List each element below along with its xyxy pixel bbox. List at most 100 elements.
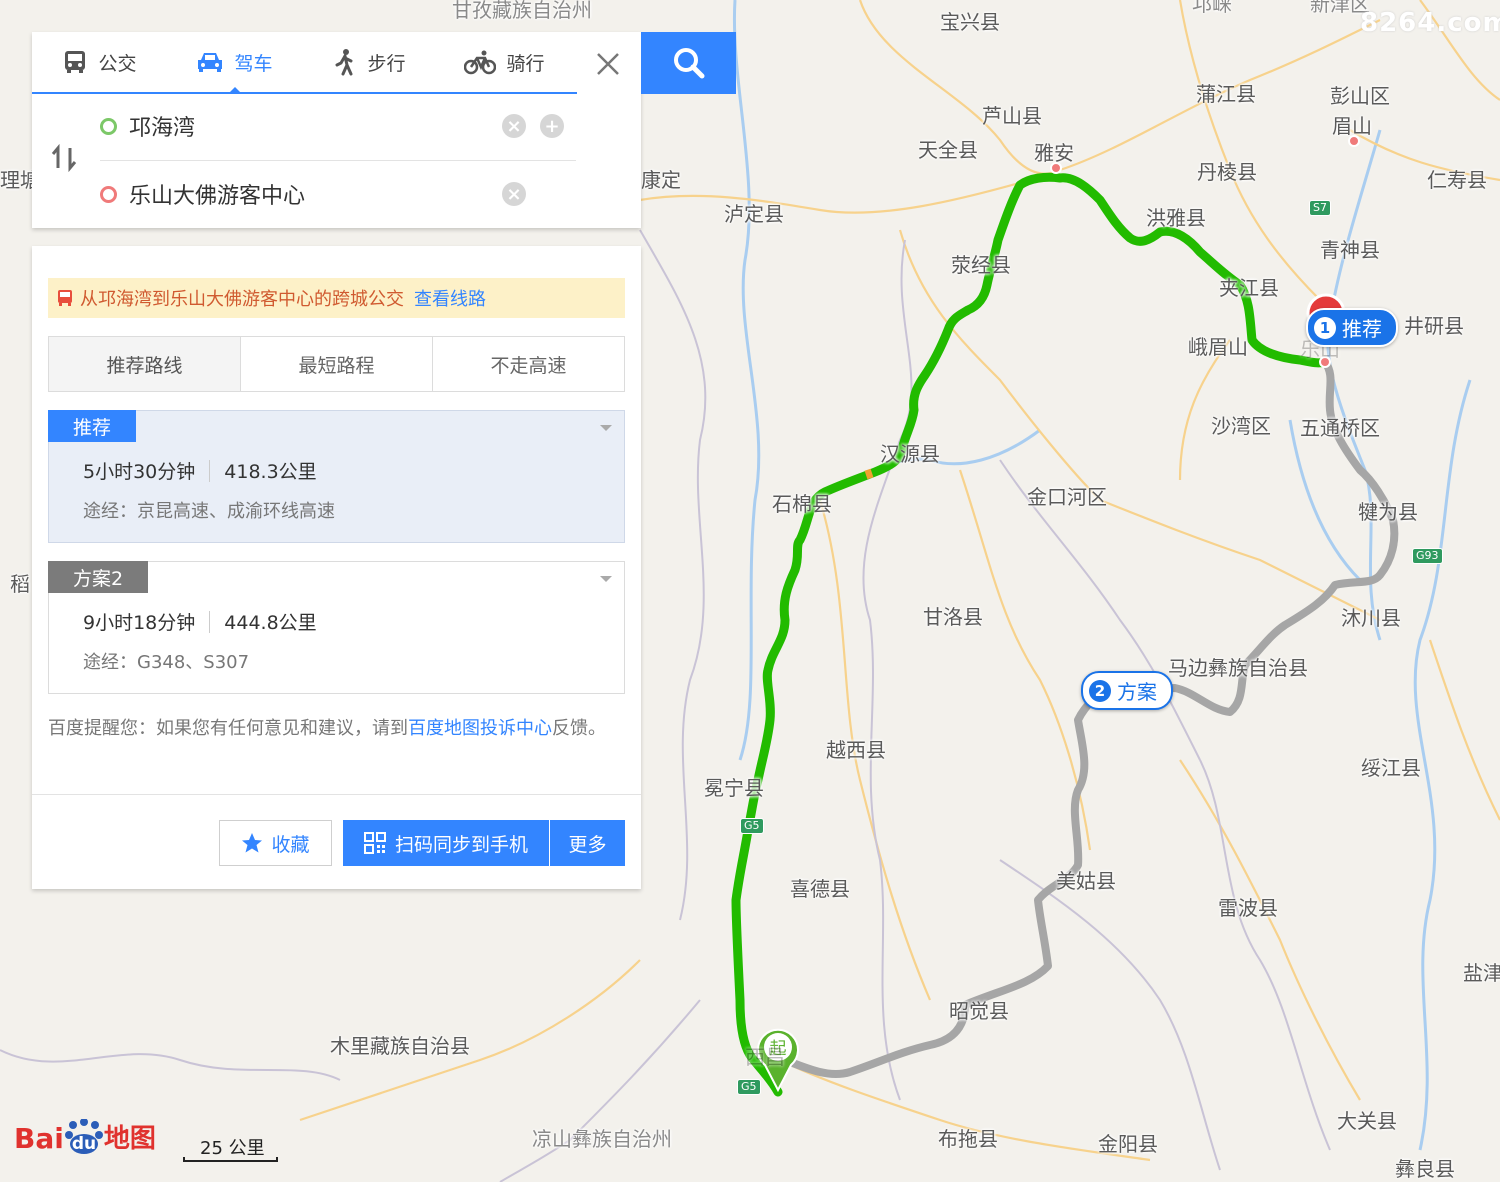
route-plan-1[interactable]: 推荐 5小时30分钟 418.3公里 途经：京昆高速、成渝环线高速 bbox=[48, 410, 625, 543]
plan-distance: 444.8公里 bbox=[224, 612, 317, 634]
close-icon bbox=[597, 53, 619, 75]
place-label: 犍为县 bbox=[1358, 500, 1418, 524]
place-label: 凉山彝族自治州 bbox=[532, 1127, 672, 1151]
favorite-button[interactable]: 收藏 bbox=[219, 820, 332, 866]
pin-number: 2 bbox=[1089, 679, 1111, 702]
place-label: 眉山 bbox=[1332, 114, 1372, 138]
tab-shortest-distance[interactable]: 最短路程 bbox=[241, 337, 433, 391]
walk-icon bbox=[335, 49, 353, 76]
place-label: 汉源县 bbox=[880, 442, 940, 466]
place-label: 马边彝族自治县 bbox=[1168, 656, 1308, 680]
paw-icon: du bbox=[64, 1118, 104, 1155]
place-label: 金口河区 bbox=[1027, 485, 1107, 509]
route-preference-tabs: 推荐路线 最短路程 不走高速 bbox=[48, 336, 625, 392]
search-button[interactable] bbox=[641, 32, 736, 94]
place-label: 金阳县 bbox=[1098, 1132, 1158, 1156]
clear-start-button[interactable]: × bbox=[502, 114, 526, 138]
tab-label: 步行 bbox=[367, 52, 406, 75]
place-label: 布拖县 bbox=[938, 1127, 998, 1151]
place-label: 夹江县 bbox=[1219, 276, 1279, 300]
star-icon bbox=[242, 833, 263, 853]
alt-route-pin[interactable]: 2 方案 bbox=[1081, 671, 1173, 710]
plan-time: 9小时18分钟 bbox=[83, 612, 196, 634]
car-icon bbox=[198, 53, 223, 72]
place-label: 美姑县 bbox=[1056, 869, 1116, 893]
more-button[interactable]: 更多 bbox=[550, 830, 625, 857]
tab-car[interactable]: 驾车 bbox=[167, 32, 302, 92]
footer-divider bbox=[32, 794, 641, 795]
place-label: 邛崃 bbox=[1192, 0, 1232, 16]
place-label: 井研县 bbox=[1404, 314, 1464, 338]
tab-walk[interactable]: 步行 bbox=[302, 32, 437, 92]
map-scale: 25 公里 bbox=[183, 1136, 278, 1162]
qr-code-icon bbox=[364, 832, 386, 854]
swap-button[interactable] bbox=[50, 143, 78, 179]
tab-avoid-highway[interactable]: 不走高速 bbox=[433, 337, 624, 391]
sync-to-phone-button[interactable]: 扫码同步到手机 更多 bbox=[343, 820, 625, 866]
separator bbox=[209, 610, 211, 633]
complaint-center-link[interactable]: 百度地图投诉中心 bbox=[408, 718, 552, 739]
highway-shield: G5 bbox=[740, 818, 764, 834]
start-field[interactable]: 邛海湾 × + bbox=[100, 96, 576, 156]
end-value: 乐山大佛游客中心 bbox=[129, 184, 306, 209]
place-label: 大关县 bbox=[1337, 1109, 1397, 1133]
intercity-bus-notice: 从邛海湾到乐山大佛游客中心的跨城公交 查看线路 bbox=[48, 278, 625, 318]
expand-caret-icon[interactable] bbox=[600, 576, 612, 582]
place-label: 泸定县 bbox=[724, 202, 784, 226]
travel-mode-tabs: 公交 驾车 步行 骑行 bbox=[32, 32, 641, 92]
congestion-segment bbox=[864, 468, 874, 480]
place-label: 昭觉县 bbox=[949, 999, 1009, 1023]
place-label: 沙湾区 bbox=[1211, 414, 1271, 438]
place-label: 甘孜藏族自治州 bbox=[452, 0, 592, 22]
place-label: 洪雅县 bbox=[1146, 206, 1206, 230]
place-label: 沐川县 bbox=[1341, 606, 1401, 630]
place-label: 雅安 bbox=[1034, 141, 1074, 165]
highway-shield: G93 bbox=[1412, 548, 1443, 564]
plan-tag: 推荐 bbox=[48, 410, 137, 442]
baidu-map-logo: Bai du 地图 bbox=[14, 1118, 156, 1155]
place-label: 稻 bbox=[10, 572, 30, 596]
close-button[interactable] bbox=[590, 46, 626, 82]
route-result-panel: 从邛海湾到乐山大佛游客中心的跨城公交 查看线路 推荐路线 最短路程 不走高速 推… bbox=[32, 246, 641, 889]
bus-icon bbox=[65, 51, 86, 73]
logo-map: 地图 bbox=[103, 1124, 156, 1154]
start-dot-icon bbox=[100, 117, 117, 135]
place-label: 西昌 bbox=[745, 1045, 785, 1069]
place-label: 宝兴县 bbox=[940, 10, 1000, 34]
place-label: 雷波县 bbox=[1218, 896, 1278, 920]
place-label: 木里藏族自治县 bbox=[330, 1034, 470, 1058]
place-label: 芦山县 bbox=[982, 104, 1042, 128]
add-waypoint-button[interactable]: + bbox=[540, 114, 564, 138]
end-field[interactable]: 乐山大佛游客中心 × bbox=[100, 164, 576, 224]
tab-recommended-route[interactable]: 推荐路线 bbox=[49, 337, 241, 391]
route-plan-2[interactable]: 方案2 9小时18分钟 444.8公里 途经：G348、S307 bbox=[48, 561, 625, 694]
place-label: 五通桥区 bbox=[1300, 416, 1380, 440]
recommended-route-pin[interactable]: 1 推荐 bbox=[1306, 308, 1398, 347]
tab-bus[interactable]: 公交 bbox=[32, 32, 167, 92]
plan-via: 途经：京昆高速、成渝环线高速 bbox=[83, 501, 335, 522]
tab-bike[interactable]: 骑行 bbox=[437, 32, 572, 92]
place-label: 彝良县 bbox=[1395, 1157, 1455, 1181]
separator bbox=[209, 459, 211, 482]
place-label: 彭山区 bbox=[1330, 84, 1390, 108]
place-label: 石棉县 bbox=[772, 492, 832, 516]
highway-shield: S7 bbox=[1309, 200, 1331, 216]
pin-label: 推荐 bbox=[1342, 317, 1382, 341]
route-search-panel: 公交 驾车 步行 骑行 邛海湾 × + 乐山大佛游客中心 × bbox=[32, 32, 641, 228]
tip-suffix: 反馈。 bbox=[552, 718, 606, 739]
place-label: 青神县 bbox=[1320, 238, 1380, 262]
place-label: 绥江县 bbox=[1361, 756, 1421, 780]
expand-caret-icon[interactable] bbox=[600, 425, 612, 431]
clear-end-button[interactable]: × bbox=[502, 182, 526, 206]
tab-label: 公交 bbox=[98, 52, 137, 75]
plan-tag: 方案2 bbox=[48, 561, 149, 593]
start-value: 邛海湾 bbox=[129, 116, 196, 141]
place-label: 丹棱县 bbox=[1197, 160, 1257, 184]
place-label: 蒲江县 bbox=[1196, 82, 1256, 106]
place-label: 甘洛县 bbox=[923, 605, 983, 629]
swap-icon bbox=[51, 143, 77, 173]
end-dot-icon bbox=[100, 185, 117, 203]
view-route-link[interactable]: 查看线路 bbox=[414, 285, 486, 311]
plan-time: 5小时30分钟 bbox=[83, 461, 196, 483]
notice-text: 从邛海湾到乐山大佛游客中心的跨城公交 bbox=[80, 289, 404, 310]
